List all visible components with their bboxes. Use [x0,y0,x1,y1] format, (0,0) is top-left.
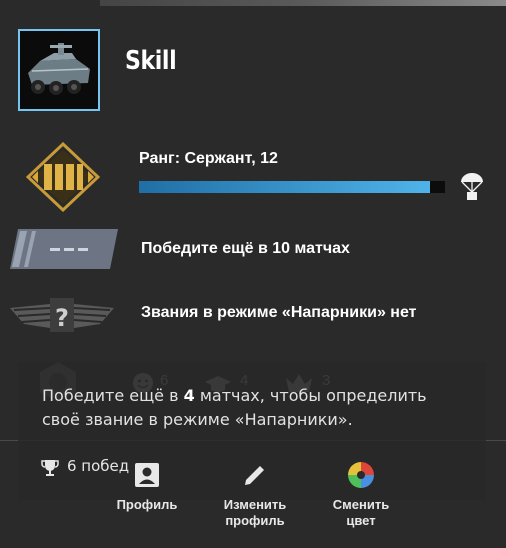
avatar[interactable] [18,29,100,111]
armored-vehicle-image [20,31,98,109]
unranked-wings-icon: ? [10,296,114,336]
svg-text:?: ? [55,304,69,332]
change-color-button[interactable]: Сменить цвет [306,460,416,529]
wingman-status: Звания в режиме «Напарники» нет [141,304,417,321]
player-name: Skill [125,46,177,76]
edit-profile-label: Изменить профиль [223,497,287,528]
parachute-drop-icon[interactable] [459,171,485,201]
competitive-status: Победите ещё в 10 матчах [141,240,350,257]
unranked-dashes-icon [8,227,118,271]
trophy-icon [41,460,59,476]
tooltip-message: Победите ещё в 4 матчах, чтобы определит… [42,386,427,429]
tooltip-count: 4 [183,386,195,405]
xp-progress-fill [139,181,430,193]
sergeant-chevrons-icon [25,141,101,213]
edit-profile-button[interactable]: Изменить профиль [200,460,310,529]
color-wheel-icon [348,462,374,488]
top-strip [0,0,506,6]
xp-progress-bar [139,181,445,193]
rank-title: Ранг: Сержант, 12 [139,150,278,167]
pencil-icon [245,466,264,485]
change-color-label: Сменить цвет [332,497,390,528]
profile-panel: Skill Ранг: Сержант, 12 Победите ещё в 1… [0,0,506,548]
profile-button[interactable]: Профиль [92,460,202,513]
profile-label: Профиль [116,497,178,512]
profile-card-icon [135,463,159,487]
